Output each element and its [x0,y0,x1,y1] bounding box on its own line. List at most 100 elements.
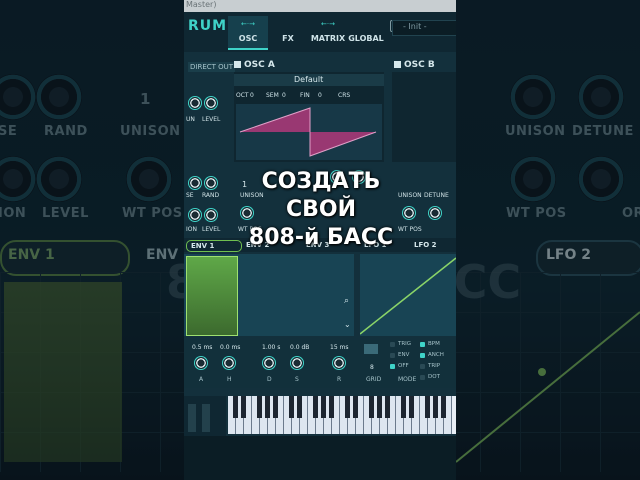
black-key[interactable] [265,396,270,418]
tab-arrows-icon: ←·→ [241,20,255,28]
trig-label: TRIG [398,341,412,347]
black-key[interactable] [369,396,374,418]
wavetable-selector[interactable]: Default [234,74,384,86]
level-knob[interactable] [204,96,218,110]
black-key[interactable] [297,396,302,418]
osc-b-area [392,72,456,162]
fin-value[interactable]: 0 [318,92,322,99]
level-knob[interactable] [204,208,218,222]
mod-wheel[interactable] [202,404,210,432]
rand-knob[interactable] [204,176,218,190]
tab-global[interactable]: GLOBAL [346,16,386,48]
release-label: R [337,376,342,383]
knob-label: LEVEL [202,226,221,233]
off-toggle[interactable] [390,364,395,369]
caption-line: СОЗДАТЬ [261,169,381,194]
video-caption: СОЗДАТЬ СВОЙ 808-й БАСС [236,168,406,252]
sem-value[interactable]: 0 [282,92,286,99]
mode-label: MODE [398,376,417,383]
release-knob[interactable] [332,356,346,370]
sustain-knob[interactable] [290,356,304,370]
black-key[interactable] [425,396,430,418]
dot-label: DOT [428,374,440,380]
left-knob[interactable] [188,208,202,222]
black-key[interactable] [313,396,318,418]
preset-name-field[interactable]: - Init - [392,20,456,36]
lfo-shape [359,257,456,335]
grid-icon[interactable] [364,344,378,354]
decay-knob[interactable] [262,356,276,370]
black-key[interactable] [385,396,390,418]
osc-b-toggle[interactable] [394,61,401,68]
anch-toggle[interactable] [420,353,425,358]
trig-toggle[interactable] [390,342,395,347]
sustain-label: S [295,376,299,383]
caption-line: 808-й БАСС [248,225,394,250]
tab-lfo-2[interactable]: LFO 2 [410,240,441,250]
black-key[interactable] [233,396,238,418]
black-key[interactable] [329,396,334,418]
knob-label: ION [186,226,197,233]
grid-value[interactable]: 8 [370,364,374,371]
serum-logo: RUM [188,18,228,34]
black-key[interactable] [241,396,246,418]
osc-a-toggle[interactable] [234,61,241,68]
wavetable-view[interactable] [236,104,382,160]
tab-env-1[interactable]: ENV 1 [186,240,242,252]
detune-b-label: DETUNE [424,192,449,199]
black-key[interactable] [401,396,406,418]
sustain-value[interactable]: 0.0 dB [290,344,309,351]
osc-b-label: OSC B [404,60,435,70]
bpm-toggle[interactable] [420,342,425,347]
black-key[interactable] [441,396,446,418]
tab-matrix[interactable]: ←·→ MATRIX [308,16,348,48]
mod-wheels[interactable] [184,396,226,438]
dot-toggle[interactable] [420,375,425,380]
tab-fx[interactable]: FX [268,16,308,48]
env-label: ENV [398,352,410,358]
knob-label: RAND [202,192,220,199]
oct-value[interactable]: 0 [250,92,254,99]
black-key[interactable] [353,396,358,418]
black-key[interactable] [433,396,438,418]
fin-label: FIN [300,92,310,99]
black-key[interactable] [409,396,414,418]
knob-label: LEVEL [202,116,221,123]
sem-label: SEM [266,92,279,99]
trip-label: TRIP [428,363,441,369]
env-toggle[interactable] [390,353,395,358]
black-key[interactable] [273,396,278,418]
left-knob[interactable] [188,176,202,190]
envelope-shape[interactable] [186,256,238,336]
attack-value[interactable]: 0.5 ms [192,344,212,351]
bpm-label: BPM [428,341,440,347]
black-key[interactable] [289,396,294,418]
osc-b-knob[interactable] [428,206,442,220]
decay-value[interactable]: 1.00 s [262,344,280,351]
tab-arrows-icon: ←·→ [321,20,335,28]
direct-out-button[interactable]: DIRECT OUT [188,62,236,72]
caption-line: СВОЙ [285,197,357,222]
hold-knob[interactable] [222,356,236,370]
attack-knob[interactable] [194,356,208,370]
hold-label: H [227,376,232,383]
anch-label: ANCH [428,352,444,358]
release-value[interactable]: 15 ms [330,344,349,351]
lfo-view[interactable] [359,254,456,336]
trip-toggle[interactable] [420,364,425,369]
hold-value[interactable]: 0.0 ms [220,344,240,351]
osc-a-label: OSC A [244,60,275,70]
crs-label: CRS [338,92,351,99]
black-key[interactable] [257,396,262,418]
knob-label: UN [186,116,195,123]
pitch-wheel[interactable] [188,404,196,432]
black-key[interactable] [377,396,382,418]
bottom-bar [184,436,456,480]
left-knob[interactable] [188,96,202,110]
tab-osc[interactable]: ←·→ OSC [228,16,268,50]
black-key[interactable] [345,396,350,418]
black-key[interactable] [321,396,326,418]
chevron-down-icon[interactable]: ⌄ [344,320,351,329]
zoom-icon[interactable]: ⌕ [344,296,349,306]
decay-label: D [267,376,272,383]
